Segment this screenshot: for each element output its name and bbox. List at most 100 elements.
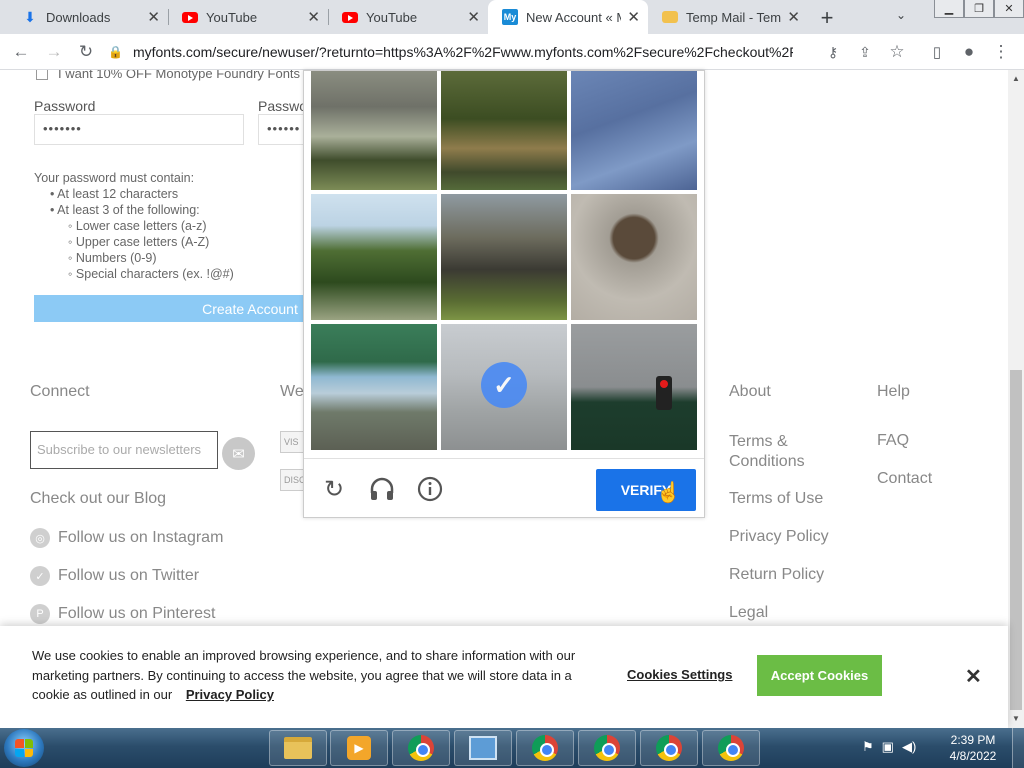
captcha-tile[interactable]	[571, 71, 697, 190]
confirm-password-field[interactable]: ••••••	[258, 114, 306, 145]
accept-cookies-button[interactable]: Accept Cookies	[757, 655, 882, 696]
mail-icon[interactable]: ✉	[222, 437, 255, 470]
cookie-message: We use cookies to enable an improved bro…	[32, 648, 576, 702]
taskbar-chrome-2[interactable]	[516, 730, 574, 766]
menu-kebab-icon[interactable]: ⋮	[990, 41, 1012, 63]
back-icon[interactable]: ←	[10, 41, 32, 63]
side-panel-icon[interactable]: ▯	[926, 41, 948, 63]
network-icon[interactable]: ▣	[882, 739, 894, 755]
optin-checkbox[interactable]	[36, 70, 48, 80]
pinterest-icon: P	[30, 604, 50, 624]
captcha-tile[interactable]	[311, 324, 437, 450]
cookies-settings-button[interactable]: Cookies Settings	[627, 667, 732, 682]
volume-icon[interactable]: ◀)	[902, 739, 916, 755]
key-icon[interactable]: ⚷	[822, 41, 844, 63]
tab-downloads[interactable]: ⬇ Downloads ✕	[8, 0, 168, 34]
rules-title: Your password must contain:	[34, 171, 195, 185]
newsletter-input[interactable]: Subscribe to our newsletters	[30, 431, 218, 469]
captcha-tile[interactable]	[311, 194, 437, 320]
password-field[interactable]: •••••••	[34, 114, 244, 145]
reload-challenge-icon[interactable]: ↻	[320, 475, 348, 503]
cookie-privacy-link[interactable]: Privacy Policy	[186, 687, 274, 702]
tab-new-account[interactable]: My New Account « M ✕	[488, 0, 648, 34]
windows-taskbar: ▶ ⚑ ▣ ◀) 2:39 PM 4/8/2022	[0, 728, 1024, 768]
verify-button[interactable]: VERIFY	[596, 469, 696, 511]
tab-title: Temp Mail - Temp	[686, 9, 782, 25]
instagram-link[interactable]: ◎ Follow us on Instagram	[30, 528, 223, 548]
taskbar-control-panel[interactable]	[454, 730, 512, 766]
start-button[interactable]	[4, 729, 44, 767]
captcha-tile[interactable]	[571, 324, 697, 450]
terms-of-use-link[interactable]: Terms of Use	[729, 490, 823, 508]
captcha-tile[interactable]	[311, 71, 437, 190]
scroll-up-icon[interactable]: ▲	[1012, 74, 1020, 83]
privacy-policy-link[interactable]: Privacy Policy	[729, 528, 829, 546]
action-center-icon[interactable]: ⚑	[862, 739, 874, 755]
optin-row[interactable]: I want 10% OFF Monotype Foundry Fonts	[36, 70, 300, 81]
tab-close-icon[interactable]: ✕	[147, 8, 160, 26]
blog-link[interactable]: Check out our Blog	[30, 490, 166, 508]
reload-icon[interactable]: ↻	[75, 41, 97, 63]
captcha-tile[interactable]	[441, 71, 567, 190]
instagram-label: Follow us on Instagram	[58, 529, 224, 546]
bookmark-star-icon[interactable]: ☆	[886, 41, 908, 63]
share-icon[interactable]: ⇪	[854, 41, 876, 63]
restore-icon[interactable]: ❐	[964, 0, 994, 18]
chrome-icon	[718, 735, 744, 761]
captcha-image-grid: ✓	[311, 71, 699, 451]
pinterest-link[interactable]: P Follow us on Pinterest	[30, 604, 215, 624]
password-rules: Your password must contain: • At least 1…	[34, 170, 234, 282]
media-player-icon: ▶	[347, 736, 371, 760]
show-desktop-button[interactable]	[1012, 728, 1024, 768]
create-account-button[interactable]: Create Account	[34, 295, 306, 322]
window-controls: ▁ ❐ ✕	[934, 0, 1024, 20]
cookie-close-icon[interactable]: ✕	[965, 664, 982, 689]
return-policy-link[interactable]: Return Policy	[729, 566, 824, 584]
taskbar-chrome-3[interactable]	[578, 730, 636, 766]
captcha-tile[interactable]	[441, 194, 567, 320]
tab-youtube-1[interactable]: YouTube ✕	[168, 0, 328, 34]
twitter-link[interactable]: ✓ Follow us on Twitter	[30, 566, 199, 586]
window-close-icon[interactable]: ✕	[994, 0, 1024, 18]
rule-text: At least 3 of the following:	[57, 203, 200, 217]
scrollbar-thumb[interactable]	[1010, 370, 1022, 710]
taskbar-chrome-1[interactable]	[392, 730, 450, 766]
cookie-banner: We use cookies to enable an improved bro…	[0, 626, 1008, 728]
tab-close-icon[interactable]: ✕	[307, 8, 320, 26]
address-bar[interactable]: 🔒 myfonts.com/secure/newuser/?returnto=h…	[108, 39, 918, 65]
footer-help-heading: Help	[877, 383, 910, 400]
profile-icon[interactable]: ●	[958, 41, 980, 63]
hand-cursor-icon: ☝	[656, 482, 681, 504]
tab-close-icon[interactable]: ✕	[467, 8, 480, 26]
tab-search-chevron-icon[interactable]: ⌄	[896, 8, 906, 22]
forward-icon[interactable]: →	[43, 41, 65, 63]
audio-challenge-icon[interactable]	[368, 475, 396, 503]
page-scrollbar[interactable]: ▲ ▼	[1008, 70, 1024, 728]
tab-close-icon[interactable]: ✕	[627, 8, 640, 26]
lock-icon: 🔒	[108, 45, 123, 59]
tab-temp-mail[interactable]: Temp Mail - Temp ✕	[648, 0, 808, 34]
taskbar-media-player[interactable]: ▶	[330, 730, 388, 766]
info-icon[interactable]	[416, 475, 444, 503]
url-text: myfonts.com/secure/newuser/?returnto=htt…	[132, 44, 793, 60]
captcha-tile-selected[interactable]: ✓	[441, 324, 567, 450]
taskbar-clock[interactable]: 2:39 PM 4/8/2022	[942, 732, 1004, 764]
faq-link[interactable]: FAQ	[877, 432, 909, 450]
chrome-icon	[594, 735, 620, 761]
taskbar-chrome-4[interactable]	[640, 730, 698, 766]
taskbar-chrome-5[interactable]	[702, 730, 760, 766]
scroll-down-icon[interactable]: ▼	[1012, 714, 1020, 723]
taskbar-explorer[interactable]	[269, 730, 327, 766]
new-tab-icon[interactable]: +	[815, 5, 839, 31]
pinterest-label: Follow us on Pinterest	[58, 605, 216, 622]
minimize-icon[interactable]: ▁	[934, 0, 964, 18]
legal-link[interactable]: Legal	[729, 604, 768, 622]
tab-close-icon[interactable]: ✕	[787, 8, 800, 26]
captcha-tile[interactable]	[571, 194, 697, 320]
terms-conditions-link[interactable]: Terms & Conditions	[729, 432, 839, 472]
contact-link[interactable]: Contact	[877, 470, 932, 488]
tab-youtube-2[interactable]: YouTube ✕	[328, 0, 488, 34]
rule-item: • At least 12 characters	[50, 187, 179, 201]
instagram-icon: ◎	[30, 528, 50, 548]
optin-label: I want 10% OFF Monotype Foundry Fonts	[58, 70, 301, 81]
